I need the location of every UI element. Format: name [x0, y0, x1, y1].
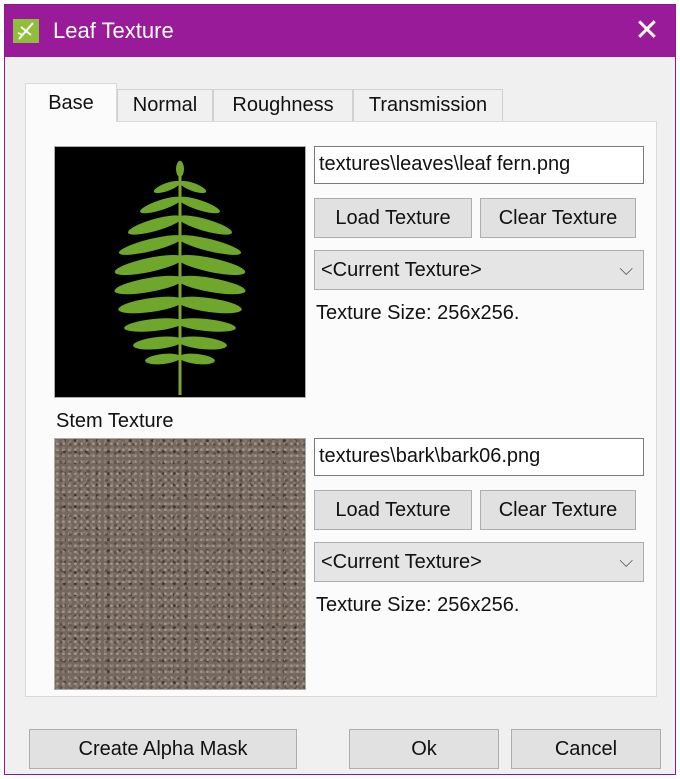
base-tab-panel: textures\leaves\leaf fern.png Load Textu…	[25, 121, 657, 697]
stem-texture-path-field[interactable]: textures\bark\bark06.png	[314, 438, 644, 476]
tab-roughness[interactable]: Roughness	[213, 89, 353, 121]
stem-texture-label: Stem Texture	[56, 410, 174, 432]
close-icon[interactable]: ✕	[629, 13, 665, 49]
leaf-texture-select-value: <Current Texture>	[321, 259, 482, 281]
stem-load-texture-button[interactable]: Load Texture	[314, 490, 472, 530]
leaf-clear-texture-button[interactable]: Clear Texture	[480, 198, 636, 238]
chevron-down-icon: ⌵	[619, 551, 633, 571]
ok-button[interactable]: Ok	[349, 729, 499, 769]
tab-base[interactable]: Base	[25, 83, 117, 122]
title-bar[interactable]: Leaf Texture ✕	[5, 5, 675, 57]
window-title: Leaf Texture	[53, 18, 174, 43]
leaf-texture-select[interactable]: <Current Texture> ⌵	[314, 250, 644, 290]
leaf-load-texture-button[interactable]: Load Texture	[314, 198, 472, 238]
leaf-app-icon	[13, 19, 39, 43]
stem-texture-preview	[54, 438, 306, 690]
leaf-texture-preview	[54, 146, 306, 398]
create-alpha-mask-button[interactable]: Create Alpha Mask	[29, 729, 297, 769]
stem-texture-size: Texture Size: 256x256.	[316, 594, 520, 616]
stem-clear-texture-button[interactable]: Clear Texture	[480, 490, 636, 530]
tab-normal[interactable]: Normal	[117, 89, 213, 121]
leaf-texture-dialog: Leaf Texture ✕ Base Normal Roughness Tra…	[4, 4, 676, 775]
leaf-texture-size: Texture Size: 256x256.	[316, 302, 520, 324]
tab-transmission[interactable]: Transmission	[353, 89, 503, 121]
stem-texture-select-value: <Current Texture>	[321, 551, 482, 573]
cancel-button[interactable]: Cancel	[511, 729, 661, 769]
stem-texture-select[interactable]: <Current Texture> ⌵	[314, 542, 644, 582]
chevron-down-icon: ⌵	[619, 259, 633, 279]
leaf-texture-path-field[interactable]: textures\leaves\leaf fern.png	[314, 146, 644, 184]
